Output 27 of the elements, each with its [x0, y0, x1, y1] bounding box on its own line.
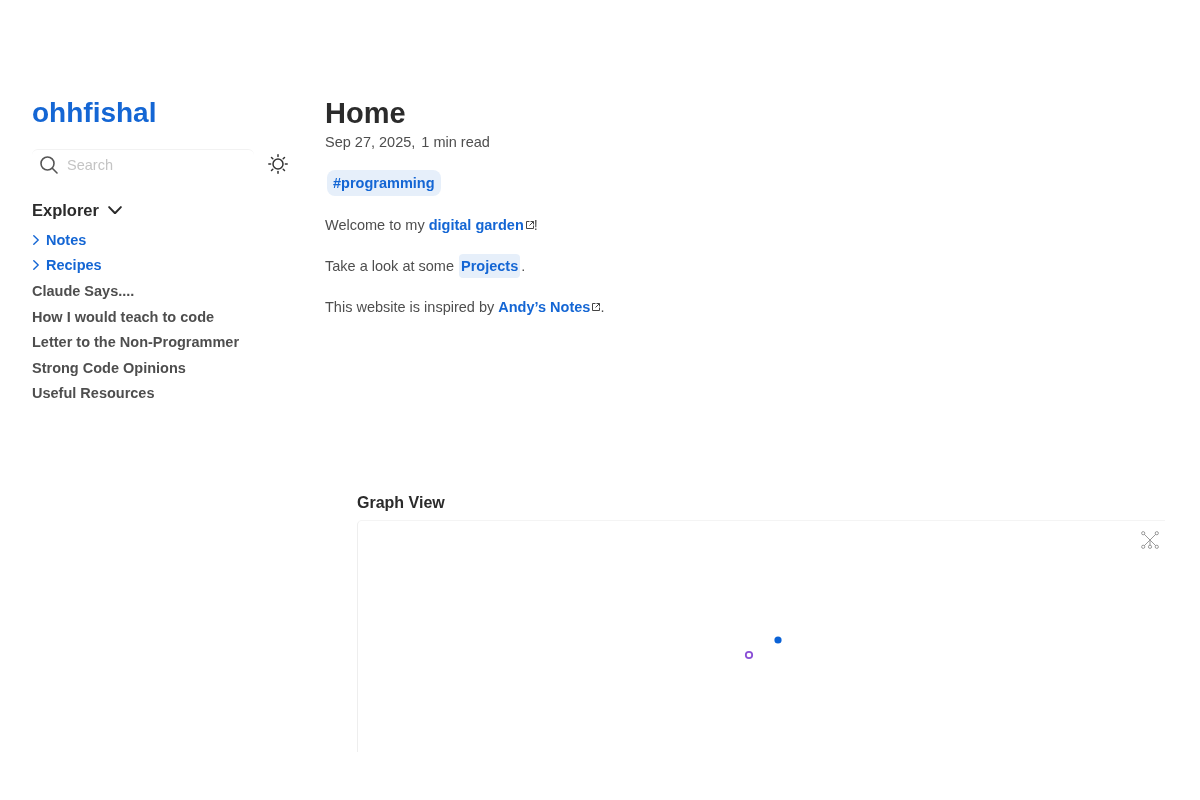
site-title[interactable]: ohhfishal [32, 93, 157, 133]
folder-item[interactable]: Notes [32, 229, 87, 250]
graph-node [774, 636, 782, 644]
external-link-icon [525, 221, 534, 229]
page-date: Sep 27, 2025, [325, 133, 416, 151]
reading-time: 1 min read [421, 133, 490, 151]
external-link-icon [592, 303, 601, 311]
file-item[interactable]: Strong Code Opinions [32, 357, 186, 378]
page-title: Home [325, 96, 406, 131]
search-icon [40, 155, 58, 174]
file-item[interactable]: Claude Says.... [32, 281, 135, 301]
text-link[interactable]: Projects [459, 254, 521, 278]
paragraph: This website is inspired by Andy’s Notes . [325, 295, 605, 319]
paragraph: Take a look at some Projects . [325, 254, 526, 278]
graph-title: Graph View [357, 493, 445, 514]
file-item[interactable]: How I would teach to code [32, 306, 215, 327]
text-link[interactable]: Andy’s Notes [498, 295, 601, 319]
paragraph: Welcome to my digital garden ! [325, 213, 538, 237]
folder-item[interactable]: Recipes [32, 255, 102, 276]
tag-link[interactable]: #programming [327, 170, 441, 196]
explorer-toggle[interactable]: Explorer [32, 198, 122, 222]
sun-icon[interactable] [268, 154, 288, 174]
file-item[interactable]: Useful Resources [32, 383, 155, 404]
network-icon[interactable] [1141, 531, 1159, 550]
file-item[interactable]: Letter to the Non-Programmer [32, 332, 240, 353]
text-link[interactable]: digital garden [428, 213, 534, 237]
graph-node [744, 651, 754, 660]
